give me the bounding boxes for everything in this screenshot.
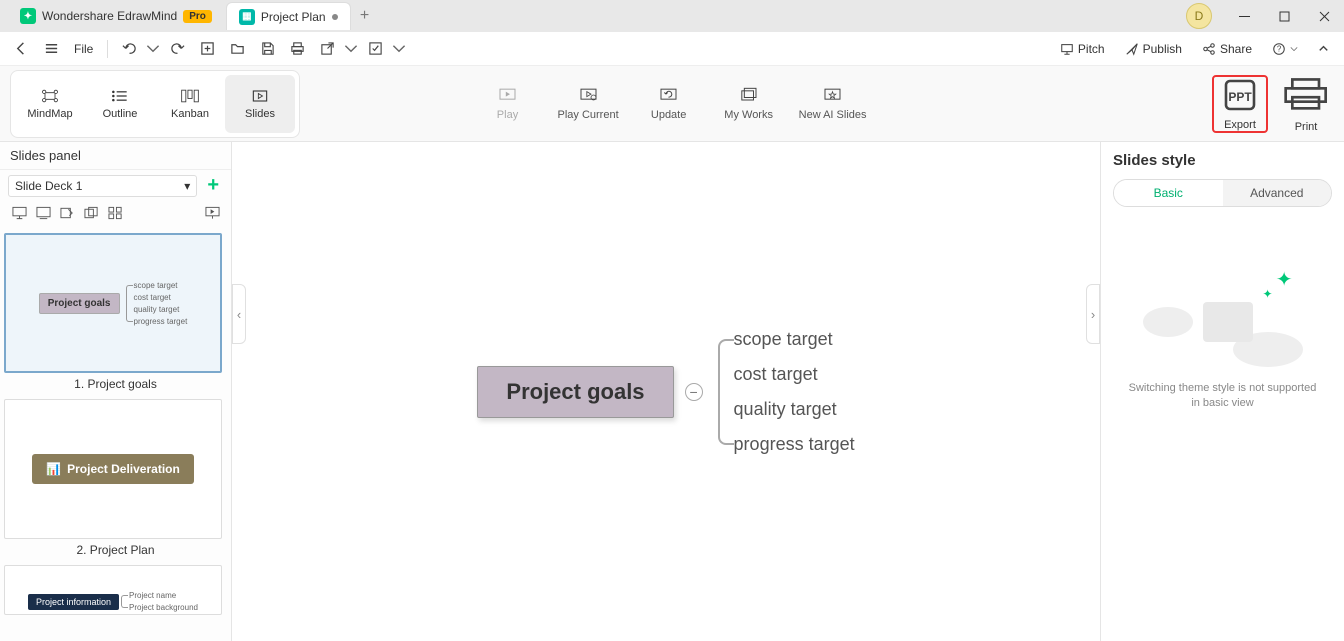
play-button[interactable]: Play: [477, 87, 537, 121]
panel-tools: [0, 201, 231, 229]
svg-text:PPT: PPT: [1228, 90, 1252, 104]
update-button[interactable]: Update: [639, 87, 699, 121]
slides-panel: Slides panel Slide Deck 1▾ + Project goa…: [0, 142, 232, 641]
thumb2-caption: 2. Project Plan: [4, 543, 227, 557]
open-button[interactable]: [224, 36, 250, 62]
tool-screen-icon[interactable]: [32, 203, 54, 223]
redo-button[interactable]: [164, 36, 190, 62]
document-tab[interactable]: ▦ Project Plan: [226, 2, 351, 30]
child-node[interactable]: cost target: [734, 364, 855, 385]
child-node[interactable]: progress target: [734, 434, 855, 455]
style-tabs: Basic Advanced: [1113, 179, 1332, 207]
play-current-button[interactable]: Play Current: [557, 87, 618, 121]
collapse-left-panel[interactable]: ‹: [232, 284, 246, 344]
export-button[interactable]: PPTExport: [1212, 75, 1268, 133]
chart-icon: 📊: [46, 462, 61, 476]
style-panel-title: Slides style: [1113, 152, 1332, 169]
tool-duplicate-icon[interactable]: [80, 203, 102, 223]
chevron-down-icon: ▾: [184, 179, 190, 193]
slides-panel-title: Slides panel: [0, 142, 231, 170]
svg-text:?: ?: [1277, 44, 1282, 53]
mindmap: Project goals − scope target cost target…: [477, 329, 854, 455]
slide-canvas[interactable]: Project goals − scope target cost target…: [232, 142, 1100, 641]
maximize-button[interactable]: [1264, 0, 1304, 32]
titlebar: ✦ Wondershare EdrawMind Pro ▦ Project Pl…: [0, 0, 1344, 32]
view-kanban[interactable]: Kanban: [155, 75, 225, 133]
undo-dropdown[interactable]: [146, 36, 160, 62]
main-area: Slides panel Slide Deck 1▾ + Project goa…: [0, 142, 1344, 641]
unsaved-dot-icon: [332, 14, 338, 20]
view-outline[interactable]: Outline: [85, 75, 155, 133]
ribbon: MindMap Outline Kanban Slides Play Play …: [0, 66, 1344, 142]
more-dropdown[interactable]: [392, 36, 406, 62]
thumb2-root: 📊Project Deliveration: [32, 454, 194, 484]
save-button[interactable]: [254, 36, 280, 62]
root-node[interactable]: Project goals: [477, 366, 673, 418]
checklist-button[interactable]: [362, 36, 388, 62]
publish-button[interactable]: Publish: [1117, 42, 1190, 56]
doc-tab-label: Project Plan: [261, 10, 326, 24]
slide-thumbnails: Project goals scope target cost target q…: [0, 229, 231, 641]
tool-edit-icon[interactable]: [56, 203, 78, 223]
child-node[interactable]: quality target: [734, 399, 855, 420]
app-tab[interactable]: ✦ Wondershare EdrawMind Pro: [8, 2, 224, 30]
view-switcher: MindMap Outline Kanban Slides: [10, 70, 300, 138]
pitch-button[interactable]: Pitch: [1052, 42, 1113, 56]
slide-thumb-1[interactable]: Project goals scope target cost target q…: [4, 233, 222, 373]
minimize-button[interactable]: [1224, 0, 1264, 32]
thumb3-root: Project information: [28, 594, 119, 610]
add-deck-button[interactable]: +: [203, 174, 223, 197]
app-name: Wondershare EdrawMind: [42, 9, 177, 23]
doc-icon: ▦: [239, 9, 255, 25]
print-slides-button[interactable]: Print: [1278, 75, 1334, 133]
undo-button[interactable]: [116, 36, 142, 62]
close-button[interactable]: [1304, 0, 1344, 32]
add-button[interactable]: [194, 36, 220, 62]
tool-present-icon[interactable]: [8, 203, 30, 223]
file-menu[interactable]: File: [68, 42, 99, 56]
quick-toolbar: File Pitch Publish Share ?: [0, 32, 1344, 66]
collapse-node-icon[interactable]: −: [685, 383, 703, 401]
tool-grid-icon[interactable]: [104, 203, 126, 223]
collapse-ribbon-button[interactable]: [1310, 36, 1336, 62]
slide-thumb-3[interactable]: Project information Project name Project…: [4, 565, 222, 615]
menu-button[interactable]: [38, 36, 64, 62]
thumb1-caption: 1. Project goals: [4, 377, 227, 391]
tab-basic[interactable]: Basic: [1114, 180, 1223, 206]
child-node[interactable]: scope target: [734, 329, 855, 350]
back-button[interactable]: [8, 36, 34, 62]
deck-selector[interactable]: Slide Deck 1▾: [8, 175, 197, 197]
new-tab-button[interactable]: +: [353, 4, 377, 28]
print-button[interactable]: [284, 36, 310, 62]
placeholder-illustration: ✦ ✦: [1143, 267, 1303, 367]
slide-thumb-2[interactable]: 📊Project Deliveration: [4, 399, 222, 539]
tab-advanced[interactable]: Advanced: [1223, 180, 1332, 206]
share-button[interactable]: Share: [1194, 42, 1260, 56]
pro-badge: Pro: [183, 10, 212, 23]
view-mindmap[interactable]: MindMap: [15, 75, 85, 133]
view-slides[interactable]: Slides: [225, 75, 295, 133]
new-ai-slides-button[interactable]: New AI Slides: [799, 87, 867, 121]
export-quick-button[interactable]: [314, 36, 340, 62]
tool-play-icon[interactable]: [201, 203, 223, 223]
user-avatar[interactable]: D: [1186, 3, 1212, 29]
export-dropdown[interactable]: [344, 36, 358, 62]
style-message: Switching theme style is not supported i…: [1113, 381, 1332, 412]
style-panel: Slides style Basic Advanced ✦ ✦ Switchin…: [1100, 142, 1344, 641]
my-works-button[interactable]: My Works: [719, 87, 779, 121]
app-logo-icon: ✦: [20, 8, 36, 24]
thumb1-root: Project goals: [39, 293, 120, 314]
help-button[interactable]: ?: [1264, 42, 1306, 56]
collapse-right-panel[interactable]: ›: [1086, 284, 1100, 344]
